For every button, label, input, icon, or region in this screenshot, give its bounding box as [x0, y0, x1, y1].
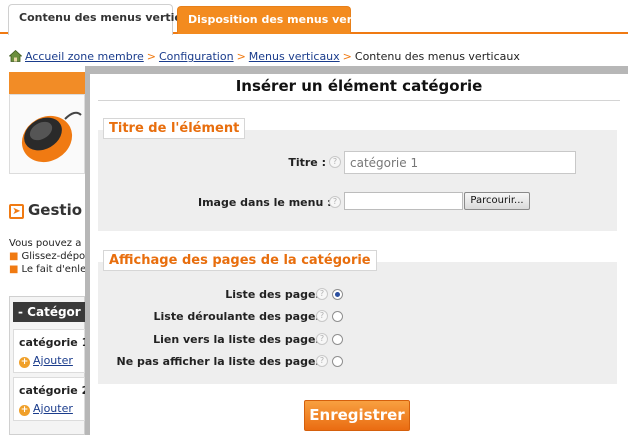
- radio-button[interactable]: [332, 289, 343, 300]
- radio-label: Lien vers la liste des pages: [153, 333, 322, 346]
- add-link[interactable]: + Ajouter: [19, 402, 73, 416]
- help-icon[interactable]: ?: [329, 156, 341, 168]
- radio-option-link[interactable]: Lien vers la liste des pages ?: [98, 332, 358, 348]
- breadcrumb-link-accueil[interactable]: Accueil zone membre: [25, 50, 144, 63]
- title-input[interactable]: [344, 151, 576, 174]
- help-icon[interactable]: ?: [329, 196, 341, 208]
- plus-icon: +: [19, 405, 30, 416]
- breadcrumb-separator: >: [146, 50, 156, 63]
- add-link[interactable]: + Ajouter: [19, 354, 73, 368]
- radio-option-list[interactable]: Liste des pages ?: [98, 287, 358, 303]
- image-label: Image dans le menu :: [198, 196, 332, 209]
- home-icon: [9, 50, 22, 62]
- plus-icon: +: [19, 357, 30, 368]
- banner-image: [9, 94, 85, 174]
- breadcrumb-separator: >: [236, 50, 246, 63]
- radio-button[interactable]: [332, 356, 343, 367]
- radio-button[interactable]: [332, 334, 343, 345]
- breadcrumb-current: Contenu des menus verticaux: [354, 50, 520, 63]
- arrow-right-icon: ➤: [9, 204, 24, 219]
- breadcrumb-link-menus-verticaux[interactable]: Menus verticaux: [249, 50, 340, 63]
- category-name: catégorie 1: [19, 336, 90, 349]
- dialog-title: Insérer un élément catégorie: [235, 77, 483, 95]
- tab-contenu-menus[interactable]: Contenu des menus verticaux: [8, 4, 203, 35]
- radio-label: Liste des pages: [225, 288, 322, 301]
- section-title: Affichage des pages de la catégorie: [103, 250, 377, 271]
- mouse-icon: [21, 111, 82, 163]
- element-title-section: Titre de l'élément Titre : ? Image dans …: [98, 118, 617, 231]
- insert-category-dialog: Insérer un élément catégorie Titre de l'…: [90, 74, 628, 435]
- radio-label: Liste déroulante des pages: [153, 310, 323, 323]
- intro-line: Vous pouvez a: [9, 238, 82, 249]
- radio-button[interactable]: [332, 311, 343, 322]
- bullet-item: ■ Le fait d'enle: [9, 264, 87, 275]
- image-file-input[interactable]: [344, 192, 463, 210]
- help-icon[interactable]: ?: [316, 355, 328, 367]
- page-display-section: Affichage des pages de la catégorie List…: [98, 250, 617, 384]
- category-name: catégorie 2: [19, 384, 90, 397]
- breadcrumb-separator: >: [342, 50, 352, 63]
- tab-bar: Contenu des menus verticaux Disposition …: [0, 0, 628, 35]
- section-heading-gestion: ➤ Gestio: [9, 201, 82, 219]
- breadcrumb-link-configuration[interactable]: Configuration: [159, 50, 234, 63]
- help-icon[interactable]: ?: [316, 333, 328, 345]
- categories-header[interactable]: - Catégor: [13, 302, 85, 322]
- browse-button[interactable]: Parcourir...: [464, 192, 530, 210]
- title-label: Titre :: [288, 156, 326, 169]
- list-item: catégorie 2 + Ajouter: [13, 377, 89, 421]
- radio-label: Ne pas afficher la liste des pages: [116, 355, 322, 368]
- help-icon[interactable]: ?: [316, 288, 328, 300]
- radio-option-dropdown[interactable]: Liste déroulante des pages ?: [98, 309, 358, 325]
- breadcrumb: Accueil zone membre > Configuration > Menus …: [9, 50, 520, 63]
- bullet-item: ■ Glissez-dépo: [9, 251, 86, 262]
- section-title: Titre de l'élément: [103, 118, 246, 139]
- divider: [98, 100, 620, 101]
- help-icon[interactable]: ?: [316, 310, 328, 322]
- save-button[interactable]: Enregistrer: [304, 400, 410, 431]
- tab-disposition-menus[interactable]: Disposition des menus verticaux: [177, 6, 390, 34]
- intro-text: Vous pouvez a ■ Glissez-dépo ■ Le fait d'e…: [9, 237, 86, 276]
- list-item: catégorie 1 + Ajouter: [13, 329, 89, 373]
- radio-option-none[interactable]: Ne pas afficher la liste des pages ?: [98, 354, 358, 370]
